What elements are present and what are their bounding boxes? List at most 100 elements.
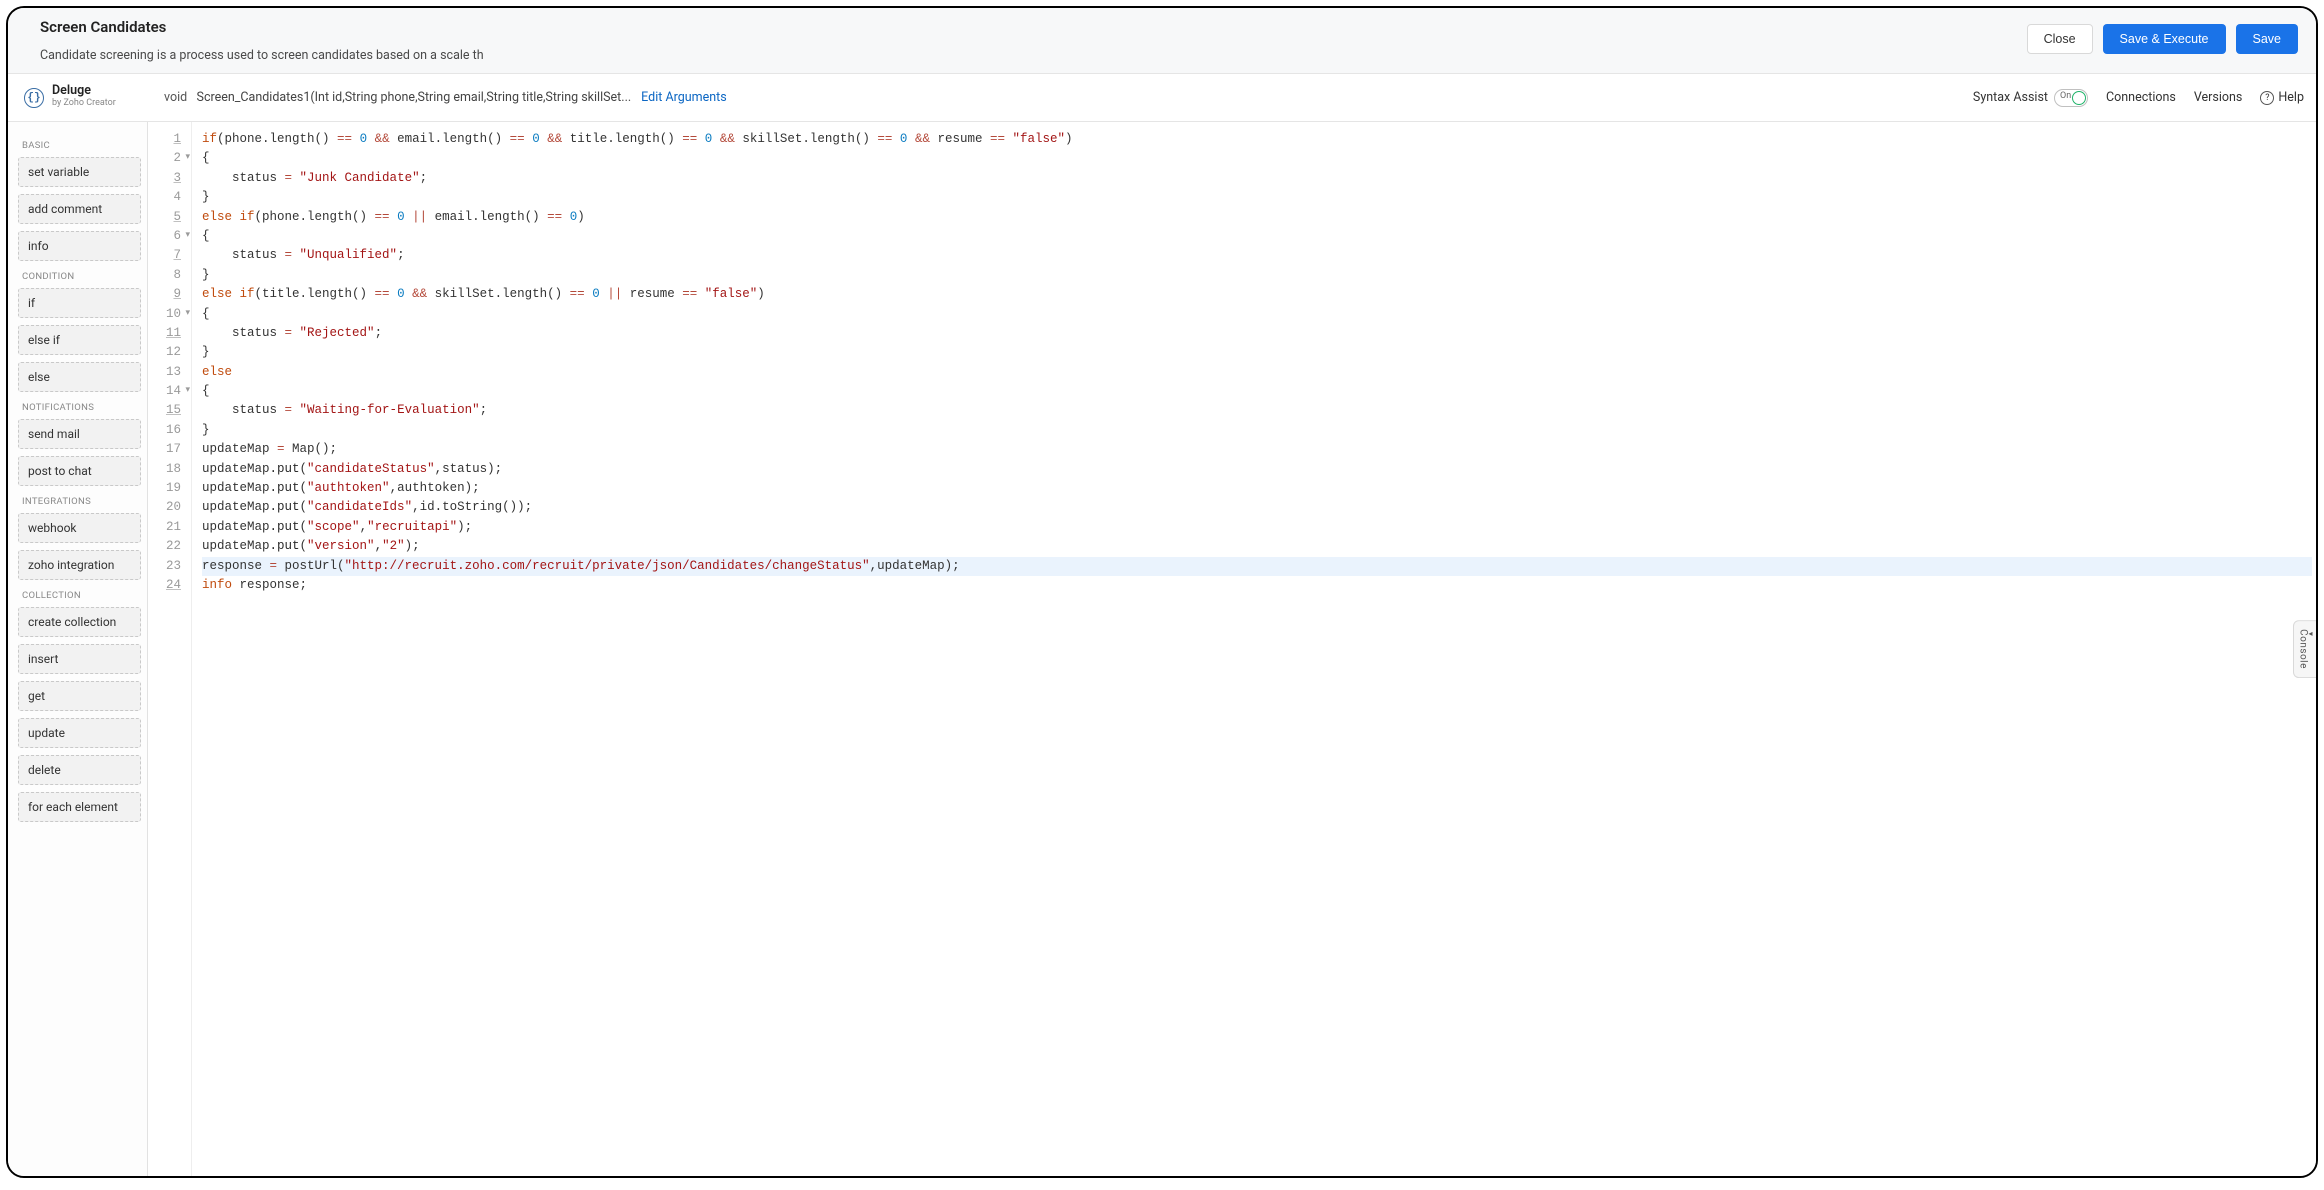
- gutter-line: 9: [152, 285, 181, 304]
- code-line[interactable]: }: [202, 343, 2312, 362]
- gutter-line: 22: [152, 537, 181, 556]
- code-line[interactable]: {: [202, 305, 2312, 324]
- gutter: 12▾3456▾78910▾11121314▾15161718192021222…: [148, 122, 192, 1176]
- gutter-line: 14▾: [152, 382, 181, 401]
- fold-icon[interactable]: ▾: [185, 229, 190, 243]
- palette-item[interactable]: if: [18, 288, 141, 318]
- palette-item[interactable]: update: [18, 718, 141, 748]
- code-line[interactable]: }: [202, 266, 2312, 285]
- gutter-line: 17: [152, 440, 181, 459]
- gutter-line: 8: [152, 266, 181, 285]
- palette-item[interactable]: get: [18, 681, 141, 711]
- connections-link[interactable]: Connections: [2106, 90, 2176, 105]
- fold-icon[interactable]: ▾: [185, 151, 190, 165]
- code-line[interactable]: info response;: [202, 576, 2312, 595]
- palette-item[interactable]: insert: [18, 644, 141, 674]
- code-line[interactable]: }: [202, 421, 2312, 440]
- code-line[interactable]: }: [202, 188, 2312, 207]
- brand: {} Deluge by Zoho Creator: [24, 85, 144, 110]
- code-line[interactable]: response = postUrl("http://recruit.zoho.…: [202, 557, 2312, 576]
- code-line[interactable]: updateMap.put("authtoken",authtoken);: [202, 479, 2312, 498]
- fold-icon[interactable]: ▾: [185, 307, 190, 321]
- palette-group-title: NOTIFICATIONS: [22, 402, 141, 413]
- gutter-line: 7: [152, 246, 181, 265]
- gutter-line: 24: [152, 576, 181, 595]
- console-tab[interactable]: ◂ Console: [2293, 620, 2316, 678]
- gutter-line: 1: [152, 130, 181, 149]
- palette-item[interactable]: add comment: [18, 194, 141, 224]
- gutter-line: 12: [152, 343, 181, 362]
- gutter-line: 4: [152, 188, 181, 207]
- syntax-assist-toggle[interactable]: Syntax Assist On: [1973, 89, 2088, 107]
- header-buttons: Close Save & Execute Save: [2027, 24, 2298, 54]
- close-button[interactable]: Close: [2027, 24, 2093, 54]
- code-editor[interactable]: 12▾3456▾78910▾11121314▾15161718192021222…: [148, 122, 2316, 1176]
- code-line[interactable]: updateMap.put("candidateIds",id.toString…: [202, 498, 2312, 517]
- code-line[interactable]: else if(phone.length() == 0 || email.len…: [202, 208, 2312, 227]
- gutter-line: 10▾: [152, 305, 181, 324]
- code-line[interactable]: updateMap = Map();: [202, 440, 2312, 459]
- code-line[interactable]: updateMap.put("version","2");: [202, 537, 2312, 556]
- app-window: Screen Candidates Candidate screening is…: [6, 6, 2318, 1178]
- help-link[interactable]: ? Help: [2260, 90, 2304, 105]
- code-line[interactable]: else: [202, 363, 2312, 382]
- code-line[interactable]: {: [202, 382, 2312, 401]
- toolbar-right: Syntax Assist On Connections Versions ? …: [1973, 89, 2304, 107]
- toggle-knob: [2072, 91, 2086, 105]
- help-icon: ?: [2260, 91, 2274, 105]
- palette-group-title: CONDITION: [22, 271, 141, 282]
- palette-group-title: INTEGRATIONS: [22, 496, 141, 507]
- gutter-line: 2▾: [152, 149, 181, 168]
- palette-item[interactable]: for each element: [18, 792, 141, 822]
- page-subtitle: Candidate screening is a process used to…: [40, 48, 484, 63]
- save-button[interactable]: Save: [2236, 24, 2299, 54]
- gutter-line: 15: [152, 401, 181, 420]
- brand-subtitle: by Zoho Creator: [52, 97, 116, 110]
- palette-item[interactable]: else: [18, 362, 141, 392]
- deluge-icon: {}: [24, 88, 44, 108]
- gutter-line: 20: [152, 498, 181, 517]
- code-line[interactable]: if(phone.length() == 0 && email.length()…: [202, 130, 2312, 149]
- code-line[interactable]: status = "Rejected";: [202, 324, 2312, 343]
- gutter-line: 18: [152, 460, 181, 479]
- palette-item[interactable]: info: [18, 231, 141, 261]
- palette-item[interactable]: post to chat: [18, 456, 141, 486]
- gutter-line: 11: [152, 324, 181, 343]
- edit-arguments-link[interactable]: Edit Arguments: [641, 90, 727, 105]
- toggle-switch[interactable]: On: [2054, 89, 2088, 107]
- code-line[interactable]: updateMap.put("candidateStatus",status);: [202, 460, 2312, 479]
- palette-item[interactable]: set variable: [18, 157, 141, 187]
- palette-group-title: COLLECTION: [22, 590, 141, 601]
- gutter-line: 21: [152, 518, 181, 537]
- gutter-line: 3: [152, 169, 181, 188]
- gutter-line: 13: [152, 363, 181, 382]
- code-line[interactable]: status = "Unqualified";: [202, 246, 2312, 265]
- palette-item[interactable]: send mail: [18, 419, 141, 449]
- gutter-line: 23: [152, 557, 181, 576]
- chevron-left-icon: ◂: [2308, 629, 2313, 638]
- function-signature: void Screen_Candidates1(Int id,String ph…: [164, 90, 631, 105]
- code-line[interactable]: status = "Junk Candidate";: [202, 169, 2312, 188]
- code-area[interactable]: if(phone.length() == 0 && email.length()…: [192, 122, 2316, 1176]
- save-execute-button[interactable]: Save & Execute: [2103, 24, 2226, 54]
- code-line[interactable]: else if(title.length() == 0 && skillSet.…: [202, 285, 2312, 304]
- page-title: Screen Candidates: [40, 18, 484, 36]
- versions-link[interactable]: Versions: [2194, 90, 2243, 105]
- brand-name: Deluge: [52, 85, 116, 98]
- sidebar-palette[interactable]: BASIC set variable add comment info CONDITIO…: [8, 122, 148, 1176]
- code-line[interactable]: {: [202, 227, 2312, 246]
- palette-item[interactable]: webhook: [18, 513, 141, 543]
- code-line[interactable]: {: [202, 149, 2312, 168]
- palette-group-title: BASIC: [22, 140, 141, 151]
- palette-item[interactable]: else if: [18, 325, 141, 355]
- code-line[interactable]: status = "Waiting-for-Evaluation";: [202, 401, 2312, 420]
- palette-item[interactable]: zoho integration: [18, 550, 141, 580]
- palette-item[interactable]: delete: [18, 755, 141, 785]
- body: BASIC set variable add comment info CONDITIO…: [8, 122, 2316, 1176]
- gutter-line: 6▾: [152, 227, 181, 246]
- code-line[interactable]: updateMap.put("scope","recruitapi");: [202, 518, 2312, 537]
- palette-item[interactable]: create collection: [18, 607, 141, 637]
- gutter-line: 16: [152, 421, 181, 440]
- fold-icon[interactable]: ▾: [185, 384, 190, 398]
- function-bar: {} Deluge by Zoho Creator void Screen_Ca…: [8, 74, 2316, 122]
